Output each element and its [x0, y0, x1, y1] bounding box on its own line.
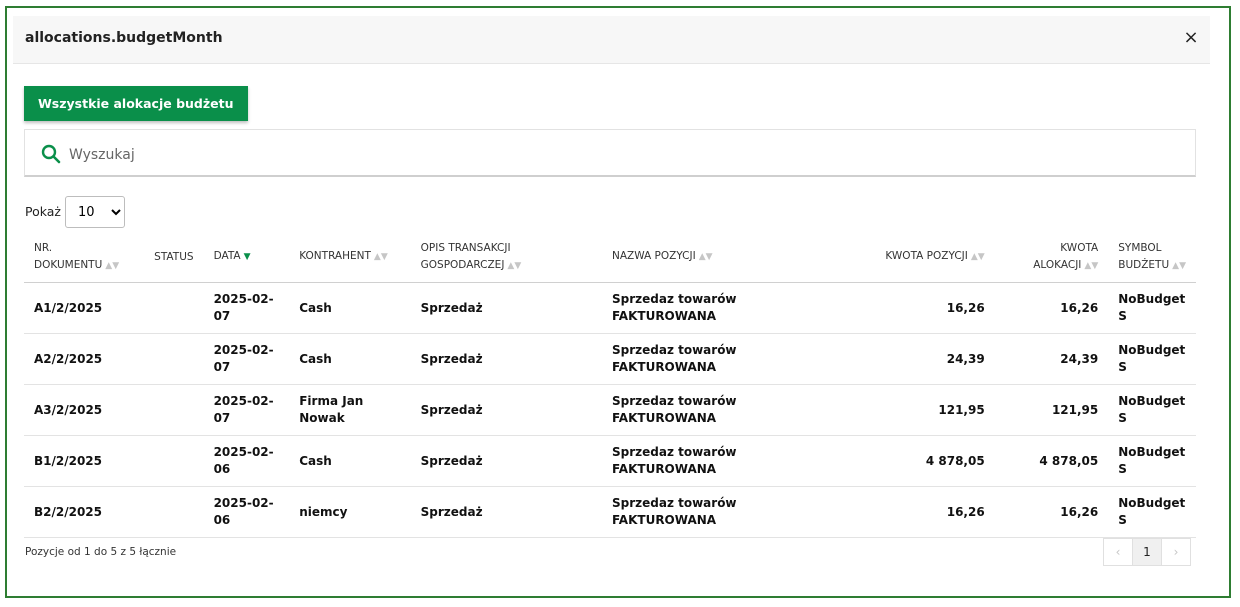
- cell-status: [144, 384, 204, 436]
- col-allocation-amount[interactable]: KWOTA ALOKACJI ▲▼: [994, 232, 1109, 283]
- sort-icon: ▲▼: [698, 252, 713, 262]
- cell-doc-number: B2/2/2025: [24, 486, 145, 538]
- page-size-select[interactable]: 10: [65, 196, 125, 228]
- modal-title: allocations.budgetMonth: [25, 30, 223, 46]
- cell-budget-symbol: NoBudget S: [1108, 486, 1196, 538]
- cell-contractor: Cash: [289, 435, 411, 487]
- table-header-row: NR. DOKUMENTU ▲▼ STATUS DATA ▼ KONTRAHENT ▲…: [24, 232, 1196, 283]
- cell-allocation-amount: 16,26: [994, 486, 1109, 538]
- sort-icon: ▲▼: [1084, 260, 1099, 271]
- sort-icon: ▲▼: [507, 260, 522, 271]
- cell-doc-number: A2/2/2025: [24, 333, 145, 385]
- all-allocations-button[interactable]: Wszystkie alokacje budżetu: [24, 86, 248, 121]
- prev-page-button[interactable]: ‹: [1103, 538, 1133, 566]
- sort-icon: ▲▼: [970, 252, 985, 262]
- close-icon[interactable]: ×: [1182, 29, 1200, 47]
- table-row[interactable]: B2/2/2025 2025-02-06 niemcy Sprzedaż Spr…: [24, 486, 1196, 538]
- pagination-info: Pozycje od 1 do 5 z 5 łącznie: [25, 546, 177, 558]
- next-page-button[interactable]: ›: [1161, 538, 1191, 566]
- cell-status: [144, 333, 204, 385]
- pagination: ‹ 1 ›: [1103, 538, 1191, 566]
- col-transaction-desc[interactable]: OPIS TRANSAKCJI GOSPODARCZEJ ▲▼: [410, 232, 602, 283]
- cell-status: [144, 486, 204, 538]
- sort-icon: ▲▼: [1172, 260, 1186, 271]
- sort-desc-icon: ▼: [243, 252, 251, 262]
- search-input[interactable]: [67, 142, 1071, 168]
- cell-date: 2025-02-06: [203, 486, 290, 538]
- table-row[interactable]: B1/2/2025 2025-02-06 Cash Sprzedaż Sprze…: [24, 435, 1196, 487]
- cell-item-name: Sprzedaz towarów FAKTUROWANA: [601, 282, 794, 334]
- cell-item-name: Sprzedaz towarów FAKTUROWANA: [601, 333, 794, 385]
- cell-allocation-amount: 4 878,05: [994, 435, 1109, 487]
- cell-status: [144, 435, 204, 487]
- cell-allocation-amount: 16,26: [994, 282, 1109, 334]
- cell-item-amount: 121,95: [793, 384, 995, 436]
- cell-item-amount: 4 878,05: [793, 435, 995, 487]
- cell-budget-symbol: NoBudget S: [1108, 384, 1196, 436]
- col-item-name[interactable]: NAZWA POZYCJI ▲▼: [601, 232, 794, 283]
- cell-item-amount: 24,39: [793, 333, 995, 385]
- cell-item-amount: 16,26: [793, 282, 995, 334]
- cell-transaction-desc: Sprzedaż: [410, 282, 602, 334]
- cell-item-name: Sprzedaz towarów FAKTUROWANA: [601, 486, 794, 538]
- col-budget-symbol[interactable]: SYMBOL BUDŻETU ▲▼: [1108, 232, 1196, 283]
- cell-transaction-desc: Sprzedaż: [410, 435, 602, 487]
- cell-doc-number: A1/2/2025: [24, 282, 145, 334]
- modal-header: allocations.budgetMonth ×: [13, 16, 1210, 64]
- cell-item-name: Sprzedaz towarów FAKTUROWANA: [601, 435, 794, 487]
- cell-budget-symbol: NoBudget S: [1108, 333, 1196, 385]
- cell-contractor: Cash: [289, 282, 411, 334]
- cell-doc-number: B1/2/2025: [24, 435, 145, 487]
- cell-contractor: niemcy: [289, 486, 411, 538]
- table-row[interactable]: A1/2/2025 2025-02-07 Cash Sprzedaż Sprze…: [24, 282, 1196, 334]
- cell-allocation-amount: 121,95: [994, 384, 1109, 436]
- show-label: Pokaż: [25, 204, 61, 219]
- cell-budget-symbol: NoBudget S: [1108, 282, 1196, 334]
- page-button-1[interactable]: 1: [1132, 538, 1162, 566]
- cell-status: [144, 282, 204, 334]
- sort-icon: ▲▼: [373, 252, 388, 262]
- cell-transaction-desc: Sprzedaż: [410, 384, 602, 436]
- cell-date: 2025-02-07: [203, 384, 290, 436]
- cell-transaction-desc: Sprzedaż: [410, 486, 602, 538]
- cell-contractor: Firma Jan Nowak: [289, 384, 411, 436]
- cell-item-name: Sprzedaz towarów FAKTUROWANA: [601, 384, 794, 436]
- allocations-table: NR. DOKUMENTU ▲▼ STATUS DATA ▼ KONTRAHENT ▲…: [24, 232, 1196, 538]
- table-row[interactable]: A3/2/2025 2025-02-07 Firma Jan Nowak Spr…: [24, 384, 1196, 436]
- cell-transaction-desc: Sprzedaż: [410, 333, 602, 385]
- col-status: STATUS: [144, 232, 204, 283]
- search-icon: [41, 144, 61, 164]
- cell-date: 2025-02-07: [203, 282, 290, 334]
- cell-doc-number: A3/2/2025: [24, 384, 145, 436]
- cell-budget-symbol: NoBudget S: [1108, 435, 1196, 487]
- col-doc-number[interactable]: NR. DOKUMENTU ▲▼: [24, 232, 145, 283]
- search-box: [24, 129, 1196, 177]
- col-date[interactable]: DATA ▼: [203, 232, 290, 283]
- col-contractor[interactable]: KONTRAHENT ▲▼: [289, 232, 411, 283]
- col-item-amount[interactable]: KWOTA POZYCJI ▲▼: [793, 232, 995, 283]
- cell-item-amount: 16,26: [793, 486, 995, 538]
- table-row[interactable]: A2/2/2025 2025-02-07 Cash Sprzedaż Sprze…: [24, 333, 1196, 385]
- cell-date: 2025-02-07: [203, 333, 290, 385]
- sort-icon: ▲▼: [105, 260, 120, 271]
- cell-contractor: Cash: [289, 333, 411, 385]
- cell-date: 2025-02-06: [203, 435, 290, 487]
- cell-allocation-amount: 24,39: [994, 333, 1109, 385]
